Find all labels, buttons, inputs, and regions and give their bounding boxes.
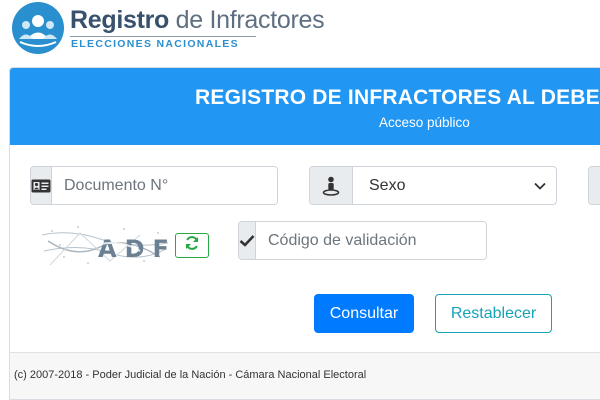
id-card-icon bbox=[31, 167, 52, 204]
consultar-button[interactable]: Consultar bbox=[314, 294, 414, 333]
checkmark-icon bbox=[239, 222, 256, 259]
people-group-icon bbox=[12, 2, 64, 54]
codigo-validacion-input[interactable] bbox=[256, 222, 486, 259]
card-footer: (c) 2007-2018 - Poder Judicial de la Nac… bbox=[10, 352, 600, 399]
documento-input[interactable] bbox=[52, 167, 277, 204]
sexo-select-value: Sexo bbox=[369, 176, 406, 194]
restablecer-button[interactable]: Restablecer bbox=[435, 294, 552, 333]
person-pin-icon bbox=[310, 167, 353, 204]
page-subtitle: Acceso público bbox=[379, 115, 470, 130]
refresh-icon bbox=[184, 235, 200, 256]
logo-subtitle: ELECCIONES NACIONALES bbox=[71, 38, 239, 50]
next-input-group bbox=[588, 166, 600, 205]
sexo-select[interactable]: Sexo bbox=[353, 167, 556, 204]
captcha-text: ADF bbox=[98, 235, 170, 263]
chevron-down-icon bbox=[534, 177, 546, 195]
codigo-input-group bbox=[238, 221, 487, 260]
footer-copyright: (c) 2007-2018 - Poder Judicial de la Nac… bbox=[14, 369, 367, 381]
captcha-refresh-button[interactable] bbox=[175, 233, 209, 258]
site-logo[interactable]: Registro de Infractores ELECCIONES NACIO… bbox=[12, 0, 325, 56]
main-card: REGISTRO DE INFRACTORES AL DEBER DE V Ac… bbox=[9, 67, 600, 400]
logo-title: Registro de Infractores bbox=[70, 6, 325, 34]
card-header: REGISTRO DE INFRACTORES AL DEBER DE V Ac… bbox=[10, 68, 600, 145]
field-addon bbox=[589, 167, 600, 204]
documento-input-group bbox=[30, 166, 278, 205]
page-title: REGISTRO DE INFRACTORES AL DEBER DE V bbox=[195, 86, 600, 109]
captcha-image: ADF bbox=[40, 221, 170, 269]
sexo-input-group: Sexo bbox=[309, 166, 557, 205]
logo-divider bbox=[70, 36, 256, 37]
